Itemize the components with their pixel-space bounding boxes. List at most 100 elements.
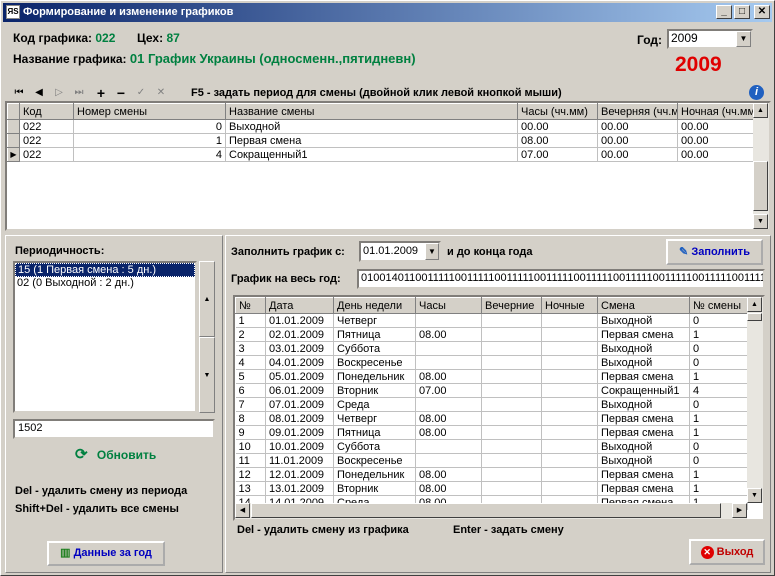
calendar-cell[interactable]: Пятница [333,327,416,342]
calendar-cell[interactable]: 1 [689,425,748,440]
calendar-cell[interactable]: Сокращенный1 [597,383,690,398]
calendar-row[interactable]: 11 11.01.2009 Воскресенье Выходной 0 [235,453,748,468]
calendar-cell[interactable]: 07.01.2009 [265,397,334,412]
prev-record-icon[interactable]: ◀ [31,86,47,100]
first-record-icon[interactable]: ⏮ [11,86,27,100]
scroll-thumb[interactable] [753,161,768,211]
calendar-cell[interactable]: 3 [235,341,266,356]
calendar-cell[interactable]: Четверг [333,411,416,426]
calendar-cell[interactable]: 5 [235,369,266,384]
calendar-cell[interactable]: Воскресенье [333,355,416,370]
calendar-cell[interactable] [541,439,598,454]
shift-cell[interactable]: 022 [19,133,74,148]
calendar-cell[interactable]: 13 [235,481,266,496]
shift-cell[interactable]: Сокращенный1 [225,147,518,162]
calendar-cell[interactable]: Выходной [597,341,690,356]
calendar-cell[interactable]: 01.01.2009 [265,313,334,328]
calendar-cell[interactable] [415,439,482,454]
calendar-cell[interactable]: 2 [235,327,266,342]
calendar-row[interactable]: 10 10.01.2009 Суббота Выходной 0 [235,439,748,454]
periodicity-list[interactable]: 15 (1 Первая смена : 5 дн.) 02 (0 Выходн… [13,261,197,413]
calendar-cell[interactable] [541,425,598,440]
calendar-cell[interactable] [481,313,542,328]
info-icon[interactable]: i [749,85,764,100]
shift-cell[interactable]: 00.00 [517,119,598,134]
shifts-scrollbar[interactable]: ▲ ▼ [753,103,769,229]
calendar-cell[interactable]: 1 [235,313,266,328]
calendar-cell[interactable]: Четверг [333,313,416,328]
calendar-cell[interactable]: 0 [689,313,748,328]
shifts-column-header[interactable]: Часы (чч.мм) [517,103,598,120]
calendar-column-header[interactable]: День недели [333,297,416,314]
shifts-column-header[interactable]: Название смены [225,103,518,120]
calendar-row[interactable]: 3 03.01.2009 Суббота Выходной 0 [235,341,748,356]
shift-cell[interactable]: 00.00 [677,119,756,134]
row-indicator[interactable]: ▶ [7,147,20,162]
maximize-button[interactable]: □ [734,5,750,19]
calendar-column-header[interactable]: Дата [265,297,334,314]
calendar-cell[interactable] [541,341,598,356]
calendar-column-header[interactable]: Смена [597,297,690,314]
calendar-cell[interactable] [481,467,542,482]
periodicity-item[interactable]: 15 (1 Первая смена : 5 дн.) [15,263,195,277]
calendar-cell[interactable] [541,327,598,342]
calendar-column-header[interactable]: Часы [415,297,482,314]
calendar-cell[interactable]: 0 [689,397,748,412]
calendar-cell[interactable]: 0 [689,341,748,356]
calendar-cell[interactable] [415,355,482,370]
calendar-row[interactable]: 7 07.01.2009 Среда Выходной 0 [235,397,748,412]
calendar-cell[interactable]: 4 [235,355,266,370]
shift-cell[interactable]: 1 [73,133,226,148]
calendar-cell[interactable]: 02.01.2009 [265,327,334,342]
calendar-hscroll[interactable]: ◀ ▶ [235,503,747,519]
calendar-cell[interactable] [481,481,542,496]
calendar-cell[interactable] [415,341,482,356]
shift-cell[interactable]: 022 [19,119,74,134]
periodicity-input[interactable]: 1502 [13,419,215,439]
year-data-button[interactable]: ▥ Данные за год [47,541,165,566]
calendar-column-header[interactable]: Вечерние [481,297,542,314]
add-record-icon[interactable]: + [93,86,109,100]
shift-cell[interactable]: 00.00 [597,119,678,134]
calendar-cell[interactable]: 0 [689,439,748,454]
post-record-icon[interactable]: ✓ [133,86,149,100]
fill-date-picker[interactable]: 01.01.2009 ▼ [359,241,441,262]
calendar-cell[interactable]: 12 [235,467,266,482]
shift-cell[interactable]: 00.00 [677,133,756,148]
calendar-cell[interactable]: Понедельник [333,369,416,384]
delete-record-icon[interactable]: − [113,86,129,100]
shift-cell[interactable]: 08.00 [517,133,598,148]
calendar-cell[interactable]: Понедельник [333,467,416,482]
calendar-cell[interactable]: 03.01.2009 [265,341,334,356]
calendar-cell[interactable]: 1 [689,327,748,342]
calendar-cell[interactable] [415,313,482,328]
calendar-cell[interactable] [541,313,598,328]
calendar-cell[interactable]: Выходной [597,355,690,370]
calendar-cell[interactable]: Пятница [333,425,416,440]
scroll-down-icon[interactable]: ▼ [753,214,768,229]
calendar-cell[interactable] [481,397,542,412]
shift-row[interactable]: 022 1 Первая смена 08.00 00.00 00.00 [7,133,756,148]
calendar-cell[interactable]: 06.01.2009 [265,383,334,398]
calendar-cell[interactable]: 4 [689,383,748,398]
move-up-button[interactable]: ▲ [199,261,215,337]
calendar-cell[interactable]: 08.00 [415,467,482,482]
last-record-icon[interactable]: ⏭ [71,86,87,100]
calendar-cell[interactable] [541,411,598,426]
fill-button[interactable]: ✎ Заполнить [666,239,763,265]
calendar-row[interactable]: 9 09.01.2009 Пятница 08.00 Первая смена 1 [235,425,748,440]
calendar-cell[interactable]: Выходной [597,313,690,328]
calendar-cell[interactable]: 7 [235,397,266,412]
calendar-column-header[interactable]: № [235,297,266,314]
scroll-thumb[interactable] [747,313,762,321]
calendar-cell[interactable]: 13.01.2009 [265,481,334,496]
calendar-cell[interactable]: Суббота [333,439,416,454]
shift-cell[interactable]: Первая смена [225,133,518,148]
shift-cell[interactable]: 00.00 [597,147,678,162]
calendar-cell[interactable] [541,467,598,482]
shifts-column-header[interactable]: Код [19,103,74,120]
calendar-row[interactable]: 5 05.01.2009 Понедельник 08.00 Первая смена 1 [235,369,748,384]
shift-row[interactable]: 022 0 Выходной 00.00 00.00 00.00 [7,119,756,134]
calendar-cell[interactable] [481,425,542,440]
shifts-column-header[interactable]: Номер смены [73,103,226,120]
